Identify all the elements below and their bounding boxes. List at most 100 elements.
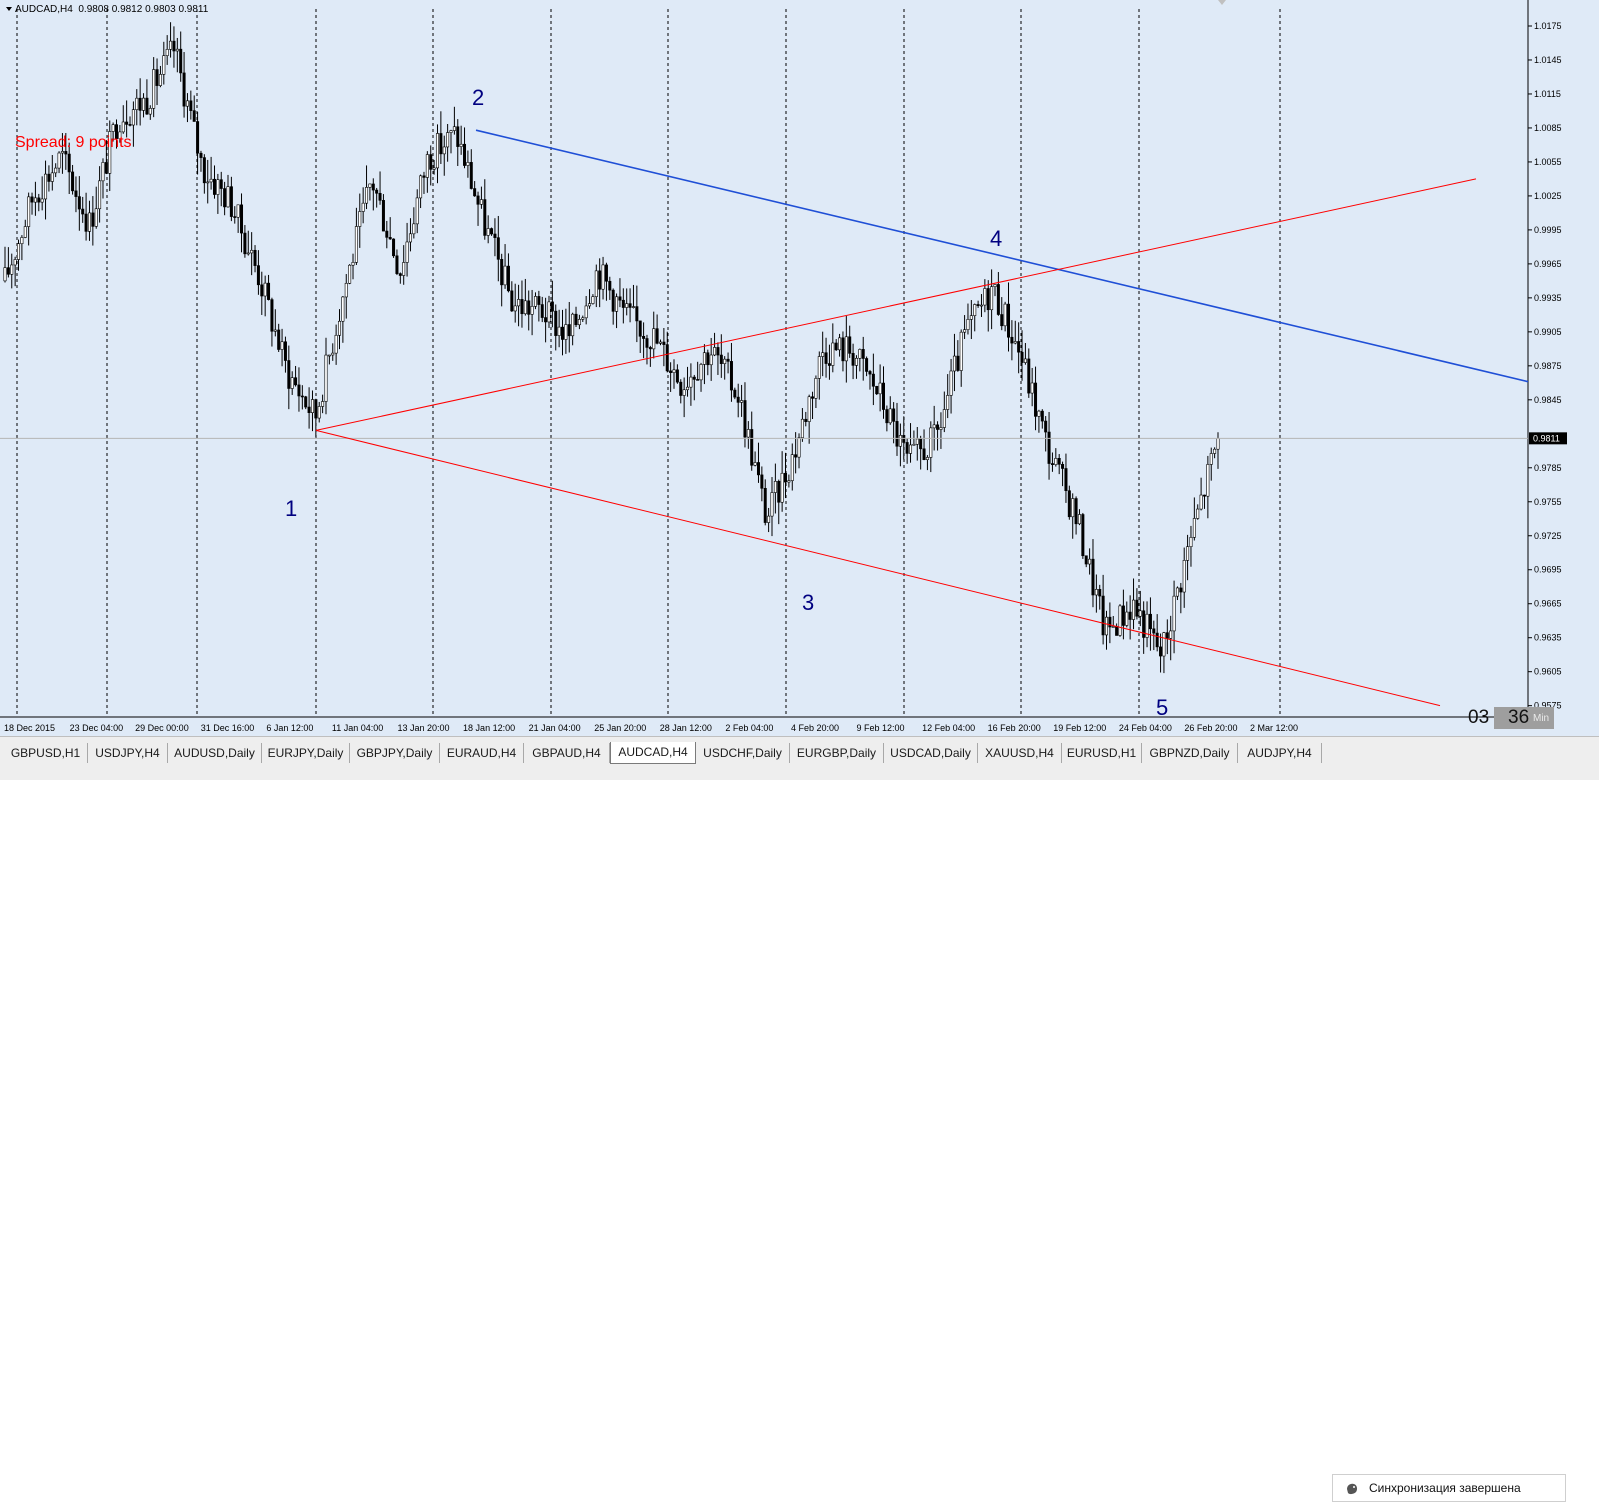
dropdown-arrow-icon[interactable]: [6, 7, 12, 12]
candle-body: [969, 315, 973, 320]
candle-body: [398, 273, 402, 276]
candle-body: [1071, 498, 1075, 518]
candle-body: [1081, 514, 1085, 557]
candle-body: [13, 259, 17, 266]
tab-audjpy-h4[interactable]: AUDJPY,H4: [1238, 743, 1322, 763]
sync-status-popup: Синхронизация завершена: [1332, 1474, 1566, 1502]
candle-body: [905, 442, 909, 454]
candle-body: [564, 324, 568, 340]
candle-body: [135, 97, 139, 110]
candle-body: [959, 331, 963, 371]
x-tick-label: 2 Mar 12:00: [1250, 723, 1298, 733]
candle-body: [37, 197, 41, 203]
candle-body: [686, 386, 690, 391]
candle-body: [314, 399, 318, 419]
candle-body: [1175, 587, 1179, 597]
candle-body: [189, 100, 193, 111]
candle-body: [777, 481, 781, 503]
y-tick-label: 1.0085: [1534, 123, 1562, 133]
x-tick-label: 26 Feb 20:00: [1184, 723, 1237, 733]
candle-body: [1091, 558, 1095, 596]
candle-body: [946, 395, 950, 410]
candle-body: [297, 384, 301, 397]
price-chart[interactable]: 1.0175 1.0145 1.0115 1.0085 1.0055 1.0025 0.99…: [0, 0, 1599, 736]
tab-usdchf-daily[interactable]: USDCHF,Daily: [696, 743, 790, 763]
candle-body: [1132, 599, 1136, 620]
candle-body: [1179, 587, 1183, 593]
candle-body: [273, 329, 277, 332]
candle-body: [158, 74, 162, 86]
candle-body: [716, 347, 720, 356]
candle-body: [533, 296, 537, 307]
candle-body: [1020, 351, 1024, 363]
candle-body: [719, 354, 723, 364]
y-tick-label: 0.9695: [1534, 565, 1562, 575]
candle-body: [240, 204, 244, 234]
candle-body: [706, 352, 710, 366]
tab-gbpjpy-daily[interactable]: GBPJPY,Daily: [350, 743, 440, 763]
tab-gbpnzd-daily[interactable]: GBPNZD,Daily: [1142, 743, 1238, 763]
candle-body: [979, 304, 983, 307]
x-tick-label: 9 Feb 12:00: [857, 723, 905, 733]
candle-body: [709, 354, 713, 366]
candle-body: [753, 462, 757, 466]
candle-body: [881, 382, 885, 410]
candle-body: [692, 376, 696, 380]
tab-euraud-h4[interactable]: EURAUD,H4: [440, 743, 524, 763]
candle-body: [540, 304, 544, 318]
candle-body: [1034, 382, 1038, 417]
candle-body: [503, 265, 507, 286]
candle-body: [263, 282, 267, 297]
candle-body: [577, 319, 581, 326]
candle-body: [1104, 616, 1108, 636]
candle-body: [429, 154, 433, 170]
candle-body: [321, 401, 325, 407]
candle-body: [631, 306, 635, 308]
tab-eurjpy-daily[interactable]: EURJPY,Daily: [262, 743, 350, 763]
tab-usdcad-daily[interactable]: USDCAD,Daily: [884, 743, 978, 763]
tab-gbpaud-h4[interactable]: GBPAUD,H4: [524, 743, 610, 763]
tab-audcad-h4[interactable]: AUDCAD,H4: [610, 742, 696, 764]
candle-body: [517, 299, 521, 307]
candle-body: [817, 356, 821, 379]
candle-body: [827, 363, 831, 366]
candle-body: [851, 353, 855, 366]
candle-body: [20, 237, 24, 245]
tab-gbpusd-h1[interactable]: GBPUSD,H1: [4, 743, 88, 763]
chart-area[interactable]: 1.0175 1.0145 1.0115 1.0085 1.0055 1.0025 0.99…: [0, 0, 1599, 736]
x-tick-label: 21 Jan 04:00: [529, 723, 581, 733]
tab-usdjpy-h4[interactable]: USDJPY,H4: [88, 743, 168, 763]
candle-body: [378, 192, 382, 201]
y-tick-label: 0.9905: [1534, 327, 1562, 337]
candle-body: [993, 284, 997, 288]
candle-body: [1003, 303, 1007, 327]
candle-body: [1007, 303, 1011, 338]
candle-body: [290, 377, 294, 389]
tab-xauusd-h4[interactable]: XAUUSD,H4: [978, 743, 1062, 763]
candle-body: [824, 352, 828, 364]
candle-body: [1202, 494, 1206, 497]
candle-body: [790, 454, 794, 481]
candle-body: [1172, 595, 1176, 632]
candle-body: [925, 457, 929, 460]
x-tick-label: 6 Jan 12:00: [266, 723, 313, 733]
candle-body: [645, 338, 649, 348]
candle-body: [1084, 555, 1088, 565]
candle-body: [912, 443, 916, 446]
candle-body: [1192, 518, 1196, 538]
chart-ohlc: 0.9808 0.9812 0.9803 0.9811: [78, 4, 209, 15]
x-tick-label: 2 Feb 04:00: [725, 723, 773, 733]
candle-body: [675, 369, 679, 383]
candle-body: [300, 395, 304, 398]
tab-eurgbp-daily[interactable]: EURGBP,Daily: [790, 743, 884, 763]
tab-audusd-daily[interactable]: AUDUSD,Daily: [168, 743, 262, 763]
candle-body: [500, 259, 504, 286]
x-tick-label: 13 Jan 20:00: [397, 723, 449, 733]
candle-body: [294, 377, 298, 386]
candle-body: [888, 408, 892, 424]
candle-body: [713, 347, 717, 356]
candle-body: [71, 171, 75, 192]
tab-eurusd-h1[interactable]: EURUSD,H1: [1062, 743, 1142, 763]
candle-body: [875, 385, 879, 395]
candle-body: [226, 186, 230, 208]
